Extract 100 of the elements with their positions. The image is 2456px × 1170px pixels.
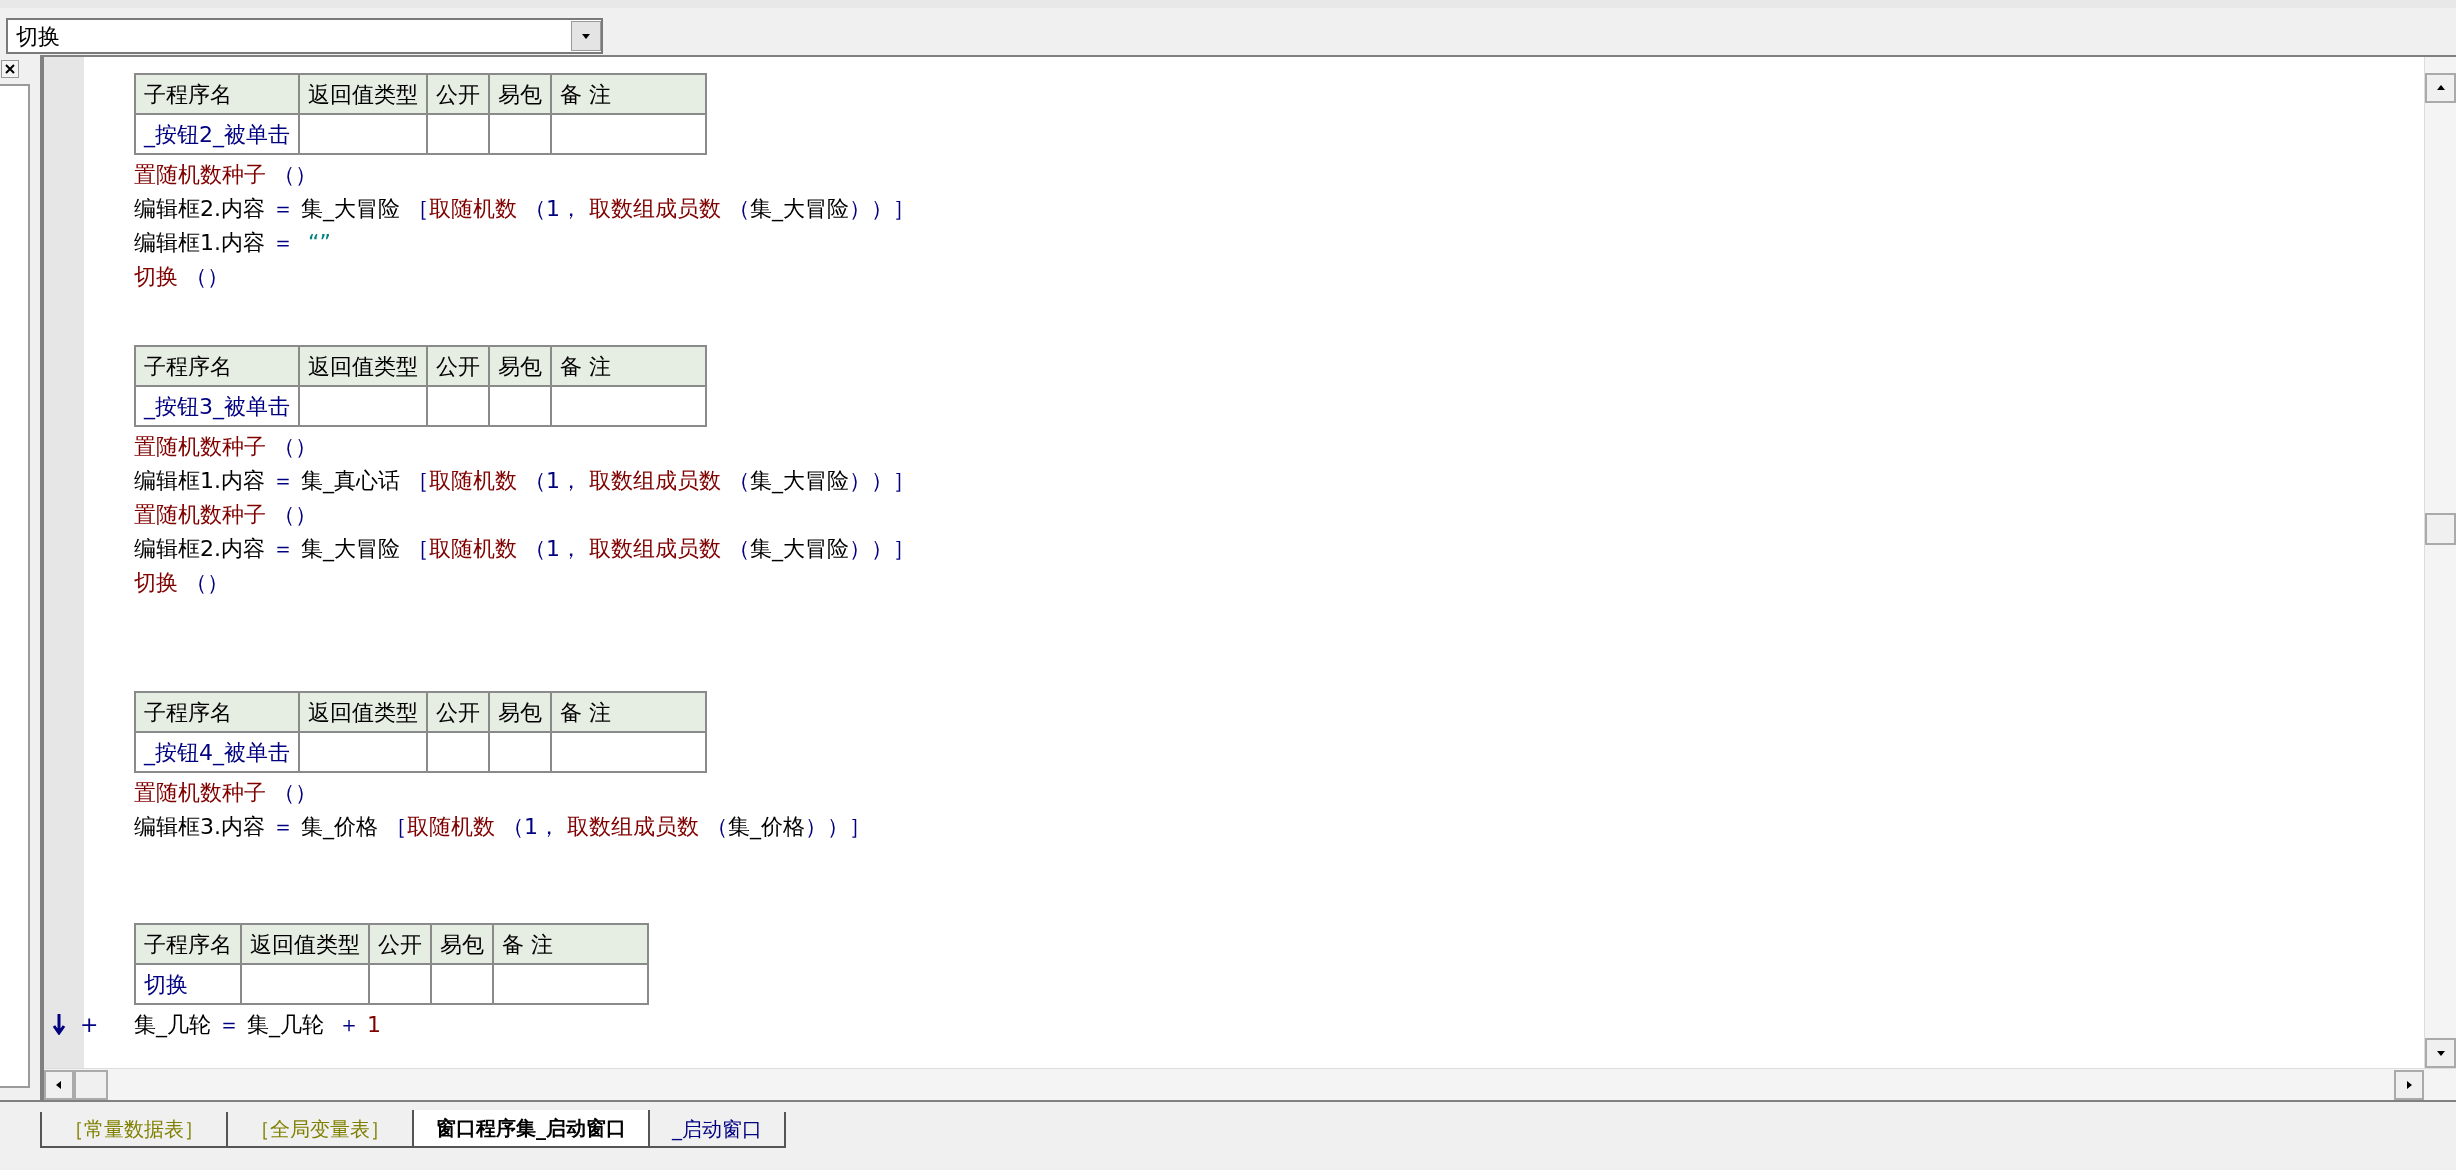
up-arrow-icon [2435,83,2446,93]
code-token: 集_大冒险 [750,466,849,496]
code-token: 集_大冒险 [301,534,401,564]
code-token: 取随机数 [429,534,517,563]
left-arrow-icon [54,1079,64,1090]
table-cell [369,964,431,1004]
column-header: 备 注 [551,74,706,114]
scroll-up-button[interactable] [2425,73,2456,103]
column-header: 公开 [427,692,489,732]
code-token: 取数组成员数 [588,534,721,563]
code-token: （） [272,432,317,461]
code-token: 编辑框2.内容 [134,194,265,223]
close-icon [5,64,15,74]
code-token: 置随机数种子 [134,778,266,807]
tab[interactable]: 窗口程序集_启动窗口 [412,1110,650,1148]
subroutine-name: _按钮3_被单击 [135,386,299,426]
tab[interactable]: _启动窗口 [648,1112,786,1148]
scroll-right-button[interactable] [2394,1069,2424,1100]
code-token: ［ [385,812,407,841]
subroutine-name: _按钮4_被单击 [135,732,299,772]
code-token: （） [272,160,317,189]
scroll-thumb[interactable] [74,1069,108,1100]
table-cell [427,386,489,426]
column-header: 备 注 [551,346,706,386]
code-token: （1， [523,466,582,495]
code-token: 集_几轮 [247,1010,325,1040]
code-token: ＝ [217,1010,241,1039]
code-token: ））］ [805,812,871,841]
code-token: （ [727,194,750,223]
code-token: 取数组成员数 [588,194,721,223]
code-token: （1， [523,534,582,563]
column-header: 子程序名 [135,346,299,386]
code-token: “” [307,228,331,257]
column-header: 备 注 [493,924,648,964]
code-token: 编辑框3.内容 [134,812,265,841]
code-token: 取数组成员数 [588,466,721,495]
code-token: 集_价格 [301,812,379,842]
code-token: （ [727,466,750,495]
code-token: ＝ [271,194,295,223]
column-header: 返回值类型 [299,346,427,386]
code-token: 集_真心话 [301,466,401,496]
column-header: 公开 [427,74,489,114]
tab[interactable]: ［常量数据表］ [40,1112,228,1148]
line-marker: + [80,1010,100,1039]
code-token: 集_大冒险 [750,534,849,564]
table-cell [489,114,551,154]
code-token: （1， [501,812,560,841]
code-token: ＝ [271,466,295,495]
scroll-down-button[interactable] [2425,1038,2456,1068]
code-token: （ [727,534,750,563]
column-header: 易包 [489,692,551,732]
scroll-left-button[interactable] [44,1069,74,1100]
column-header: 易包 [489,74,551,114]
code-token: 编辑框2.内容 [134,534,265,563]
column-header: 子程序名 [135,924,241,964]
code-token: 置随机数种子 [134,432,266,461]
subroutine-selector[interactable]: 切换 [6,18,603,54]
code-token: ＝ [271,812,295,841]
code-token: 取随机数 [429,466,517,495]
code-token: 切换 [134,262,178,291]
code-token: ＝ [271,534,295,563]
scroll-thumb[interactable] [2425,513,2456,545]
column-header: 易包 [431,924,493,964]
dropdown-button[interactable] [571,21,601,51]
column-header: 公开 [427,346,489,386]
code-token: 取随机数 [407,812,495,841]
code-token: ［ [407,466,429,495]
right-arrow-icon [2404,1079,2414,1090]
code-token: ［ [407,194,429,223]
code-token: ［ [407,534,429,563]
down-arrow-icon [2435,1048,2446,1058]
code-token: ＋ [337,1010,361,1039]
code-token: 置随机数种子 [134,500,266,529]
column-header: 公开 [369,924,431,964]
code-token: （） [184,262,229,291]
code-token: （） [272,500,317,529]
close-button[interactable] [1,60,19,78]
table-cell [427,732,489,772]
column-header: 子程序名 [135,74,299,114]
code-token: 切换 [134,568,178,597]
column-header: 易包 [489,346,551,386]
code-editor[interactable] [44,57,2424,1068]
code-token: 1 [367,1010,381,1039]
code-token: （1， [523,194,582,223]
subroutine-name: _按钮2_被单击 [135,114,299,154]
code-token: ））］ [849,466,915,495]
code-token: （） [272,778,317,807]
table-cell [427,114,489,154]
column-header: 返回值类型 [299,692,427,732]
code-token: ））］ [849,534,915,563]
vertical-scrollbar[interactable] [2424,57,2456,1068]
code-token: 集_价格 [728,812,805,842]
code-token: 集_几轮 [134,1010,211,1040]
code-token: ＝ [271,228,295,257]
caret-icon [581,31,591,41]
code-token: 编辑框1.内容 [134,228,265,257]
column-header: 返回值类型 [299,74,427,114]
code-token: 集_大冒险 [301,194,401,224]
table-cell [431,964,493,1004]
horizontal-scrollbar[interactable] [44,1068,2456,1100]
